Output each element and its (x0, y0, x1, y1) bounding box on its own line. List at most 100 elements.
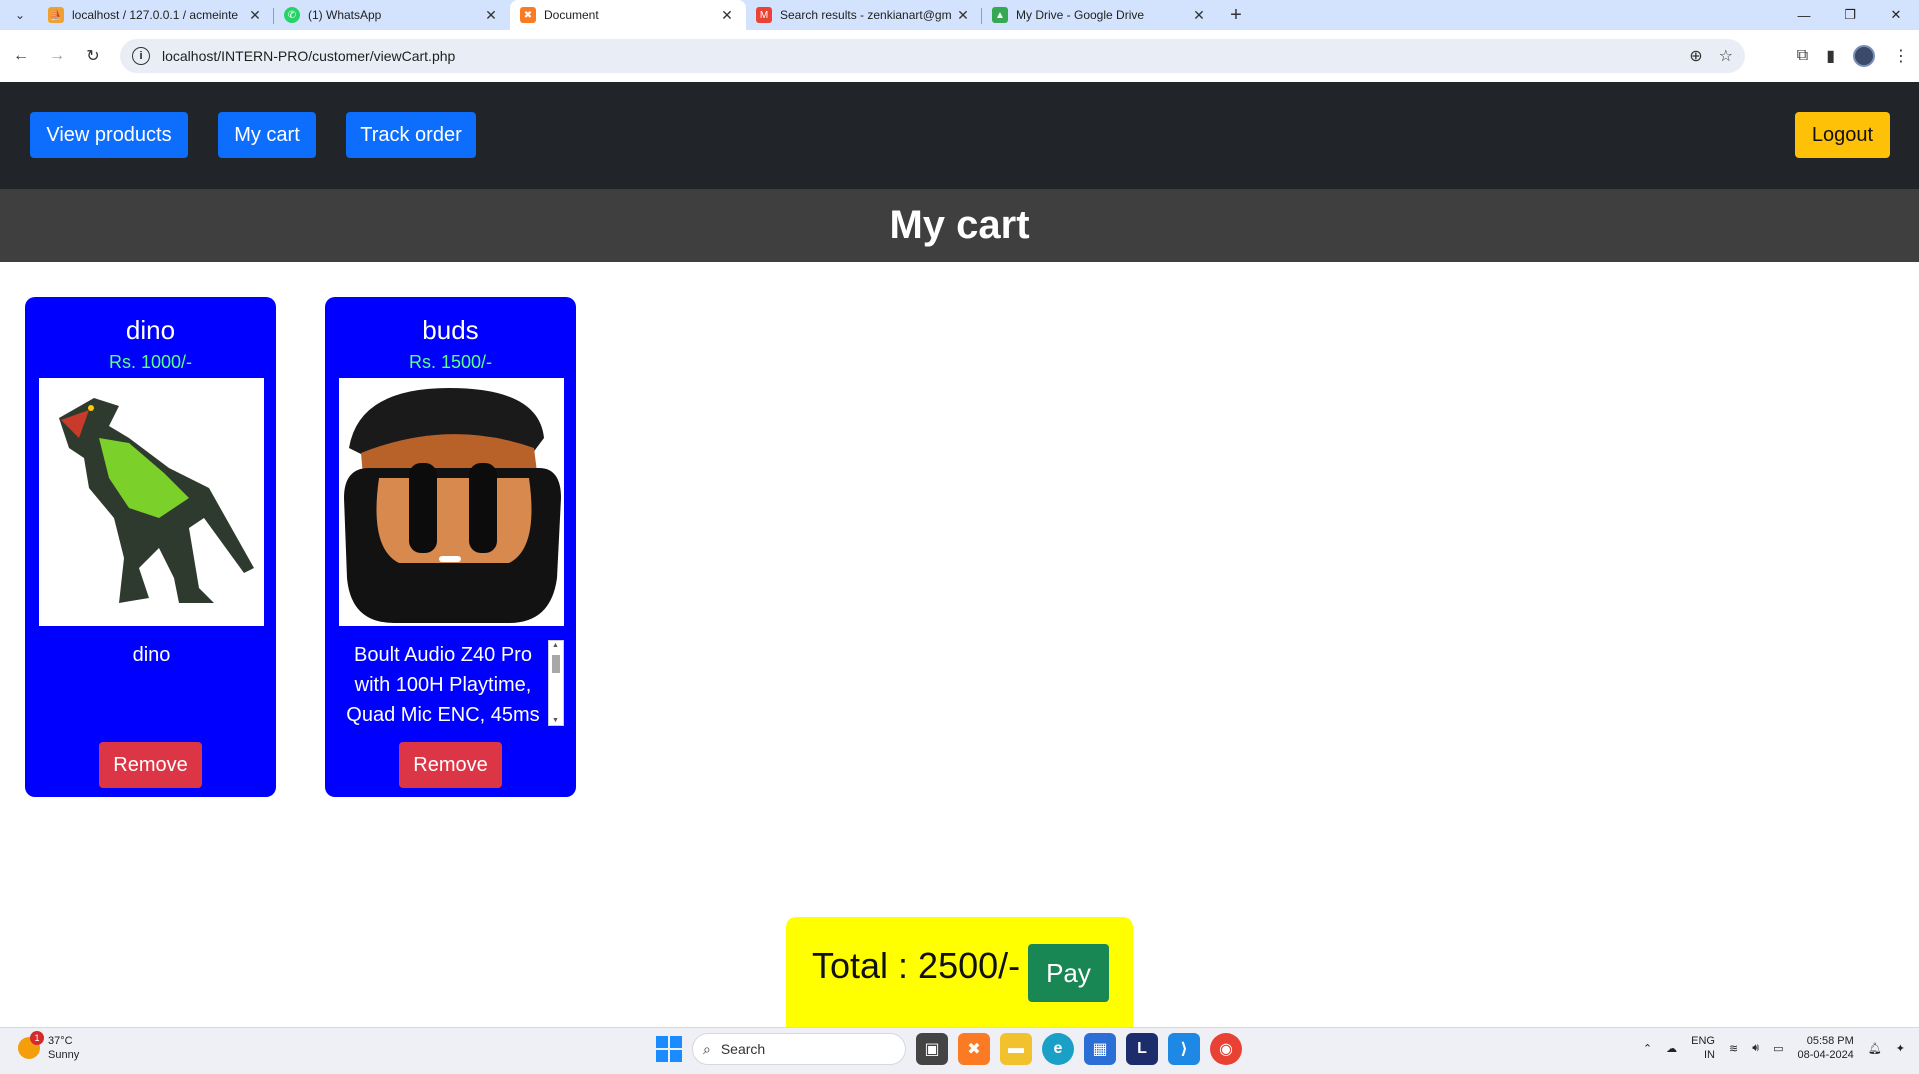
temperature: 37°C (48, 1035, 73, 1047)
task-view-icon[interactable]: ▣ (916, 1033, 948, 1065)
clock[interactable]: 05:58 PM 08-04-2024 (1798, 1034, 1854, 1062)
weather-widget[interactable]: 1 37°C Sunny (18, 1031, 80, 1062)
page-header: My cart (0, 189, 1919, 262)
description-scrollbar[interactable]: ▲ ▼ (548, 640, 564, 726)
cloud-off-icon[interactable]: ☁ (1666, 1042, 1677, 1055)
taskbar-search[interactable]: ⌕ Search (692, 1033, 906, 1065)
close-icon[interactable]: ✕ (482, 7, 500, 24)
site-navbar: View products My cart Track order Logout (0, 82, 1919, 189)
my-cart-button[interactable]: My cart (218, 112, 316, 158)
store-icon[interactable]: ▦ (1084, 1033, 1116, 1065)
volume-icon[interactable]: 🔊︎ (1752, 1042, 1759, 1055)
scroll-up-arrow-icon[interactable]: ▲ (552, 642, 559, 649)
copilot-icon[interactable]: ✦ (1896, 1042, 1905, 1055)
total-amount: Total : 2500/- (812, 945, 1021, 986)
edge-icon[interactable]: e (1042, 1033, 1074, 1065)
close-icon[interactable]: ✕ (246, 7, 264, 24)
menu-kebab-icon[interactable]: ⋮ (1893, 46, 1909, 66)
close-icon[interactable]: ✕ (1190, 7, 1208, 24)
l-app-icon[interactable]: L (1126, 1033, 1158, 1065)
product-price: Rs. 1000/- (108, 352, 193, 372)
address-bar-row: ← → ↻ i localhost/INTERN-PRO/customer/vi… (0, 30, 1919, 82)
logout-button[interactable]: Logout (1795, 112, 1890, 158)
pay-button[interactable]: Pay (1028, 944, 1109, 1002)
minimize-icon[interactable]: — (1781, 0, 1827, 30)
page-title: My cart (889, 203, 1030, 247)
phpmyadmin-icon: ⛵ (48, 7, 64, 23)
battery-icon[interactable]: ▭ (1773, 1042, 1783, 1055)
scrollbar-thumb[interactable] (552, 655, 560, 673)
sun-icon: 1 (18, 1031, 44, 1059)
window-controls: — ❐ ✕ (1781, 0, 1919, 30)
product-price: Rs. 1500/- (408, 352, 493, 372)
zoom-icon[interactable]: ⊕ (1689, 46, 1702, 66)
remove-button[interactable]: Remove (399, 742, 502, 788)
search-placeholder: Search (720, 1041, 766, 1057)
browser-tab-active[interactable]: ✖ Document ✕ (510, 0, 746, 30)
product-name: dino (125, 315, 176, 345)
vscode-icon[interactable]: ⟩ (1168, 1033, 1200, 1065)
whatsapp-icon: ✆ (284, 7, 300, 23)
product-description: Boult Audio Z40 Pro with 100H Playtime, … (346, 644, 540, 726)
browser-tab-bar: ⌄ ⛵ localhost / 127.0.0.1 / acmeinte ✕ ✆… (0, 0, 1919, 30)
cart-item-card: dino Rs. 1000/- dino Remove (25, 297, 276, 797)
tab-title: My Drive - Google Drive (1016, 8, 1145, 22)
tab-search-chevron-icon[interactable]: ⌄ (6, 1, 34, 29)
browser-tab[interactable]: ▲ My Drive - Google Drive ✕ (982, 0, 1218, 30)
url-bar[interactable]: i localhost/INTERN-PRO/customer/viewCart… (120, 39, 1745, 73)
product-image-dinosaur (39, 378, 264, 626)
side-panel-icon[interactable]: ▮ (1826, 46, 1835, 66)
search-icon: ⌕ (703, 1040, 711, 1057)
date-text: 08-04-2024 (1797, 1049, 1854, 1061)
language-indicator[interactable]: ENG IN (1691, 1034, 1715, 1062)
track-order-button[interactable]: Track order (346, 112, 476, 158)
close-icon[interactable]: ✕ (954, 7, 972, 24)
time-text: 05:58 PM (1806, 1035, 1854, 1047)
tab-title: (1) WhatsApp (308, 8, 382, 22)
url-text[interactable]: localhost/INTERN-PRO/customer/viewCart.p… (162, 48, 455, 64)
product-image-earbuds (339, 378, 564, 626)
wifi-icon[interactable]: ≋ (1729, 1042, 1738, 1055)
file-explorer-icon[interactable]: ▬ (1000, 1033, 1032, 1065)
windows-taskbar: 1 37°C Sunny ⌕ Search ▣ ✖ ▬ e ▦ L ⟩ ◉ ⌃ … (0, 1027, 1919, 1074)
profile-avatar[interactable] (1853, 45, 1875, 67)
site-info-icon[interactable]: i (132, 47, 150, 65)
browser-tab[interactable]: M Search results - zenkianart@gm ✕ (746, 0, 982, 30)
new-tab-plus-icon[interactable]: + (1222, 1, 1250, 29)
region-text: IN (1703, 1049, 1715, 1061)
tab-title: localhost / 127.0.0.1 / acmeinte (72, 8, 239, 22)
google-drive-icon: ▲ (992, 7, 1008, 23)
chrome-icon[interactable]: ◉ (1210, 1033, 1242, 1065)
system-tray: ⌃ ☁ ENG IN ≋ 🔊︎ ▭ 05:58 PM 08-04-2024 🔔︎… (1643, 1034, 1905, 1062)
weather-condition: Sunny (48, 1049, 80, 1061)
product-name: buds (422, 315, 479, 345)
windows-start-icon[interactable] (656, 1036, 682, 1062)
taskbar-apps: ⌕ Search ▣ ✖ ▬ e ▦ L ⟩ ◉ (656, 1033, 1242, 1065)
reload-icon[interactable]: ↻ (78, 41, 108, 71)
forward-arrow-icon[interactable]: → (42, 41, 72, 71)
xampp-app-icon[interactable]: ✖ (958, 1033, 990, 1065)
bookmark-star-icon[interactable]: ☆ (1719, 46, 1733, 66)
browser-tab[interactable]: ✆ (1) WhatsApp ✕ (274, 0, 510, 30)
view-products-button[interactable]: View products (30, 112, 188, 158)
gmail-icon: M (756, 7, 772, 23)
notification-badge: 1 (30, 1031, 44, 1045)
tab-title: Search results - zenkianart@gm (780, 8, 952, 22)
lang-text: ENG (1691, 1035, 1715, 1047)
back-arrow-icon[interactable]: ← (6, 41, 36, 71)
remove-button[interactable]: Remove (99, 742, 202, 788)
restore-icon[interactable]: ❐ (1827, 0, 1873, 30)
window-close-icon[interactable]: ✕ (1873, 0, 1919, 30)
notification-bell-icon[interactable]: 🔔︎ (1868, 1042, 1882, 1055)
product-description: dino (132, 644, 171, 666)
xampp-icon: ✖ (520, 7, 536, 23)
extensions-puzzle-icon[interactable]: ⧉ (1797, 47, 1808, 65)
cart-item-card: buds Rs. 1500/- Boult Audio Z40 Pro with… (325, 297, 576, 797)
browser-tab[interactable]: ⛵ localhost / 127.0.0.1 / acmeinte ✕ (38, 0, 274, 30)
tab-title: Document (544, 8, 599, 22)
close-icon[interactable]: ✕ (718, 7, 736, 24)
scroll-down-arrow-icon[interactable]: ▼ (552, 717, 559, 724)
browser-toolbar: ⧉ ▮ ⋮ (1797, 30, 1909, 82)
total-panel: Total : 2500/- Pay (786, 917, 1133, 1027)
chevron-up-icon[interactable]: ⌃ (1643, 1042, 1652, 1055)
